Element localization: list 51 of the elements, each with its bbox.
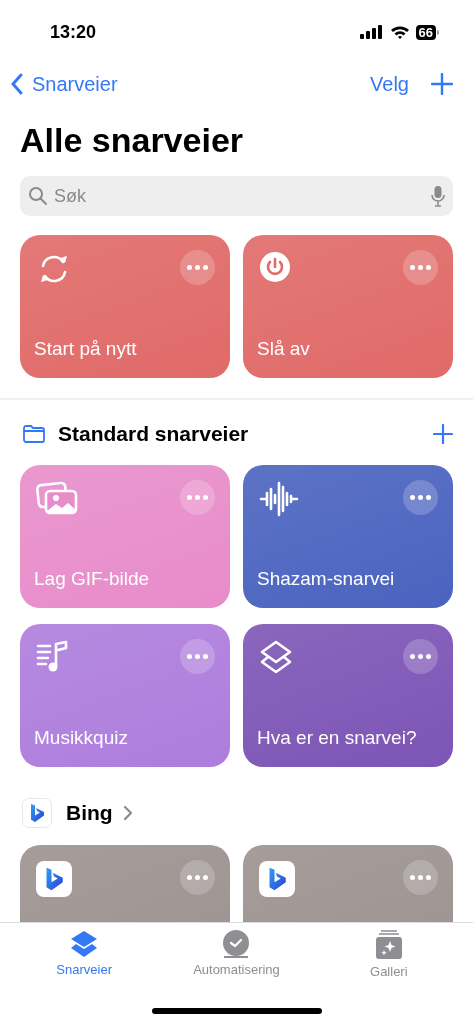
status-time: 13:20 [50,21,97,44]
more-button[interactable] [180,860,215,895]
shortcut-card[interactable]: Hva er en snarvei? [243,624,453,767]
more-button[interactable] [403,480,438,515]
shortcut-title: Slå av [257,336,310,361]
more-button[interactable] [403,860,438,895]
wifi-icon [389,25,410,39]
shortcut-card[interactable]: Slå av [243,235,453,378]
music-note-icon [36,640,70,674]
shortcut-card[interactable]: Musikkquiz [20,624,230,767]
back-button[interactable]: Snarveier [10,69,118,99]
power-icon [259,251,291,283]
shortcut-title: Musikkquiz [34,725,128,750]
tab-button[interactable]: Snarveier [14,929,155,981]
app-icon [22,798,52,828]
tab-button[interactable]: Automatisering [166,929,307,981]
shortcut-card[interactable]: Shazam-snarvei [243,465,453,608]
photos-icon [36,481,78,515]
folder-icon [22,424,46,444]
select-button[interactable]: Velg [370,69,409,99]
waveform-icon [259,481,299,517]
add-icon[interactable] [433,424,453,444]
shortcut-card[interactable]: Start på nytt [20,235,230,378]
section-title: Standard snarveier [58,421,249,448]
search-bar[interactable]: Søk [20,176,453,216]
more-button[interactable] [180,480,215,515]
chevron-icon[interactable] [122,805,133,821]
page-title: Alle snarveier [19,120,245,161]
app-icon [259,861,295,897]
microphone-icon[interactable] [431,185,445,207]
add-icon[interactable] [431,73,453,95]
clock-check-icon[interactable] [221,929,252,959]
shortcut-card[interactable]: Lag GIF-bilde [20,465,230,608]
more-button[interactable] [180,639,215,674]
more-button[interactable] [180,250,215,285]
shortcut-title: Start på nytt [34,336,137,361]
search-input[interactable]: Søk [54,182,425,210]
back-chevron-icon[interactable] [10,73,24,95]
tab-button[interactable]: Galleri [318,929,459,981]
layers-icon [259,640,293,676]
signal-icon [359,25,384,39]
shortcut-title: Lag GIF-bilde [34,566,150,591]
shortcut-title: Hva er en snarvei? [257,725,417,750]
search-icon [28,186,48,206]
shortcut-title: Shazam-snarvei [257,566,395,591]
battery-indicator: 66 [415,24,439,40]
section-link[interactable]: Bing [66,797,133,829]
app-icon [36,861,72,897]
sparkle-stack-icon[interactable] [373,929,404,961]
more-button[interactable] [403,639,438,674]
more-button[interactable] [403,250,438,285]
